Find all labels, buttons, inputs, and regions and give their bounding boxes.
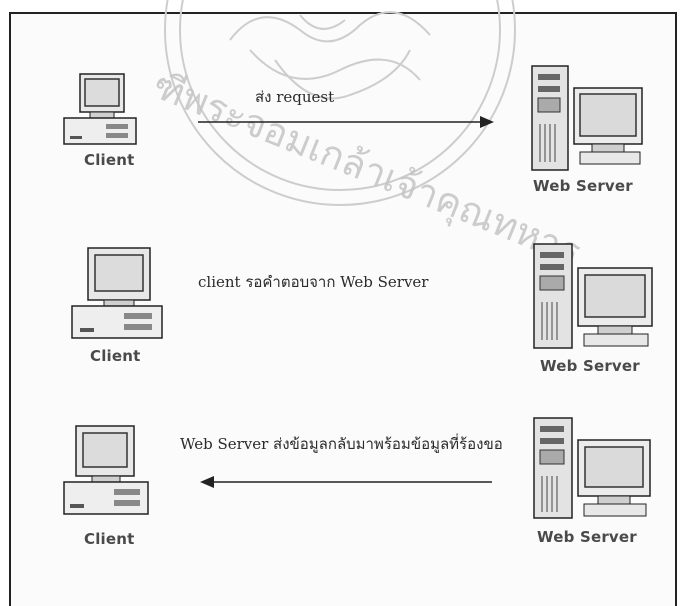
arrow-right: [198, 116, 494, 128]
arrow-left: [200, 476, 492, 488]
web-server-icon: [533, 417, 651, 519]
message-client-wait: client รอคำตอบจาก Web Server: [198, 273, 429, 291]
web-server-label: Web Server: [537, 528, 637, 546]
client-label: Client: [90, 347, 141, 365]
message-send-request: ส่ง request: [255, 88, 335, 106]
client-computer-icon: [63, 425, 149, 515]
client-label: Client: [84, 530, 135, 548]
web-server-icon: [533, 243, 653, 349]
client-computer-icon: [63, 73, 137, 145]
client-label: Client: [84, 151, 135, 169]
client-computer-icon: [71, 247, 163, 339]
web-server-label: Web Server: [540, 357, 640, 375]
web-server-icon: [531, 65, 643, 171]
web-server-label: Web Server: [533, 177, 633, 195]
message-server-response: Web Server ส่งข้อมูลกลับมาพร้อมข้อมูลที่…: [180, 435, 503, 453]
